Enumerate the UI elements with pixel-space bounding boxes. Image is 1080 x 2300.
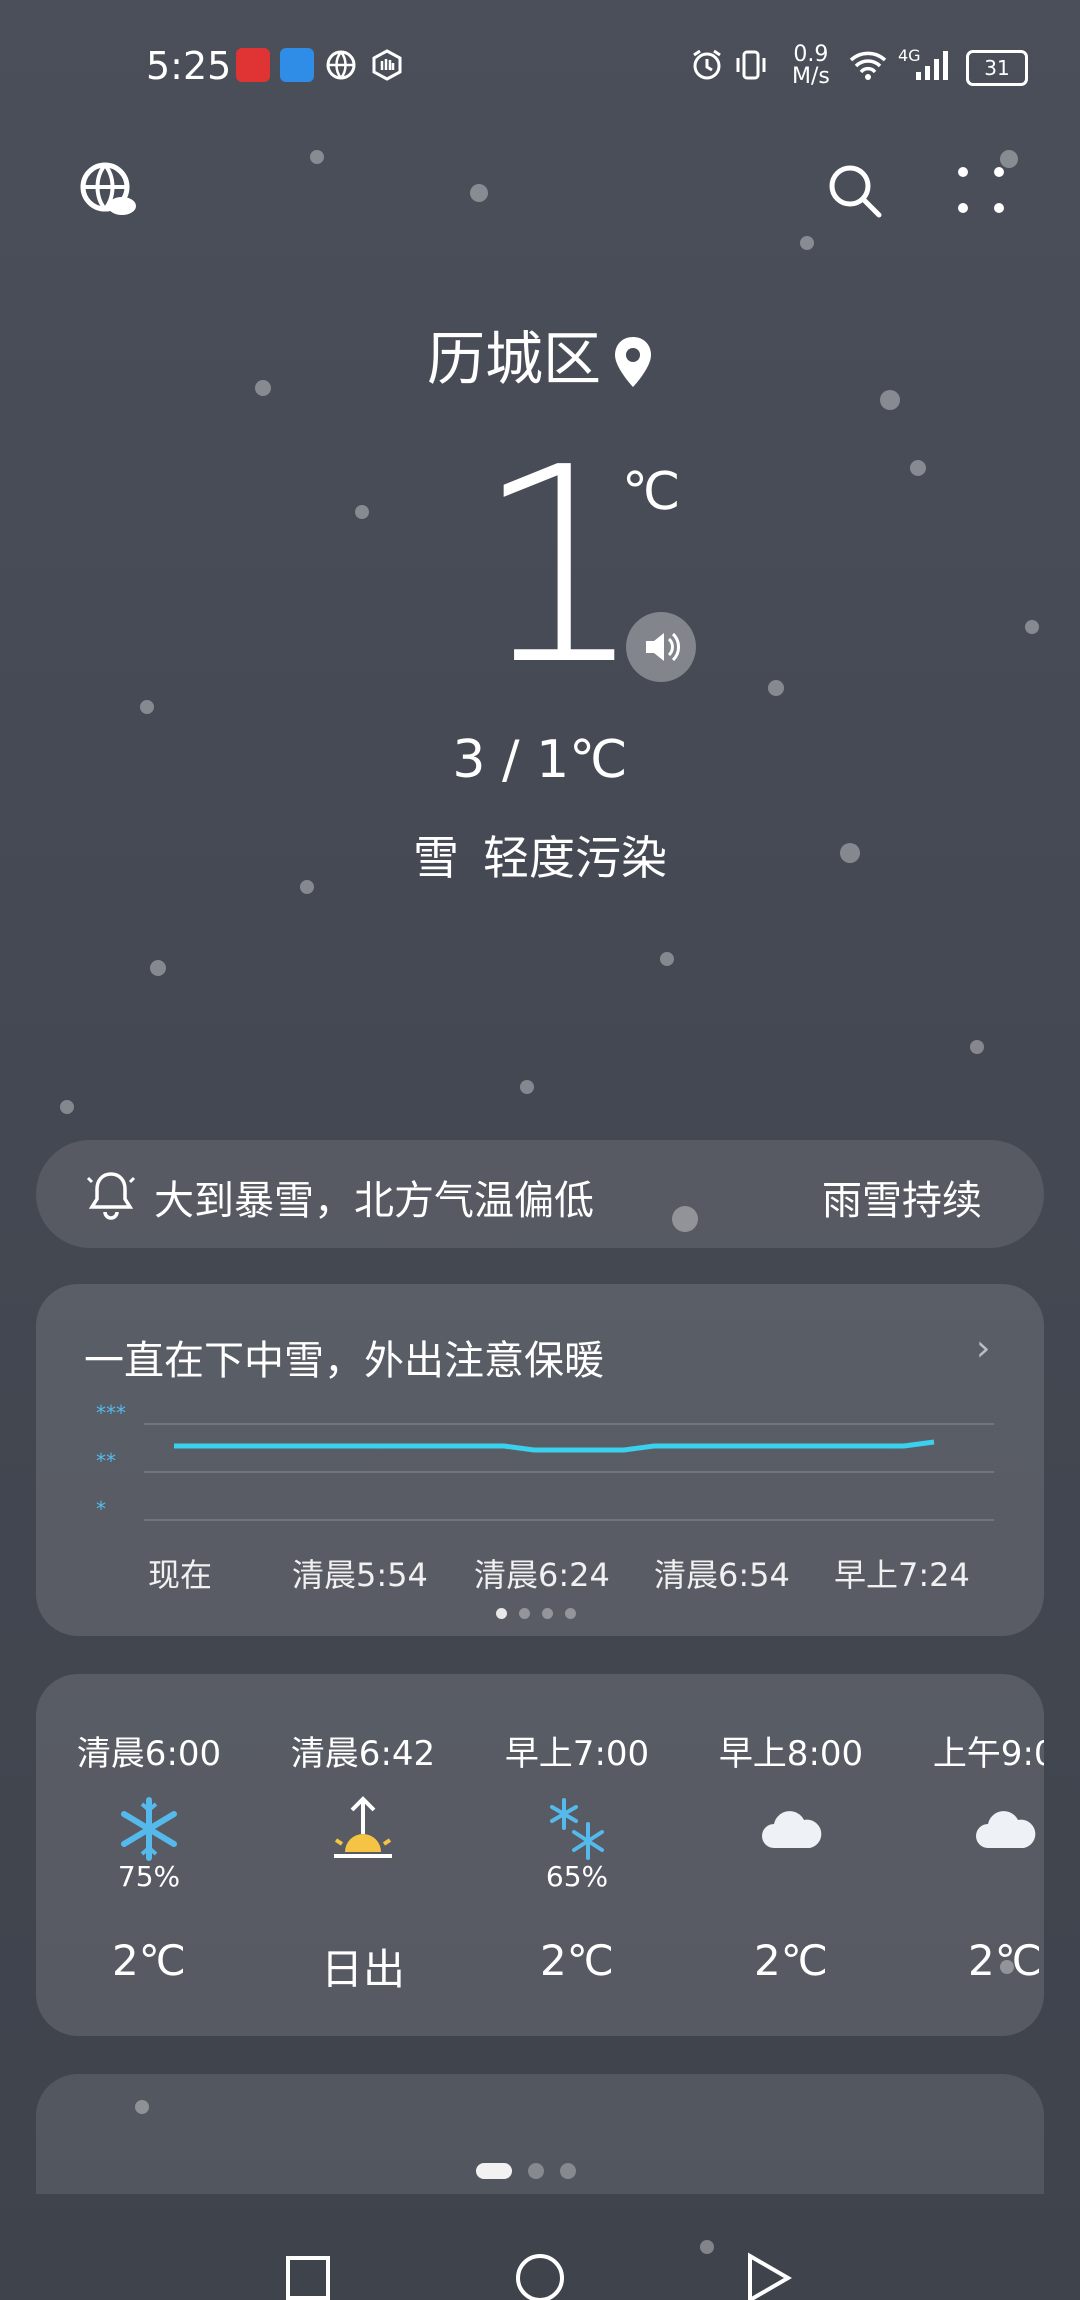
back-button[interactable]	[748, 2252, 792, 2300]
timeline-label: 现在	[148, 1556, 213, 1594]
gesture-icon	[372, 49, 402, 81]
location-pin-icon	[615, 336, 651, 387]
timeline-label: 清晨6:54	[654, 1556, 790, 1594]
recents-button[interactable]	[286, 2256, 330, 2300]
vibrate-icon	[736, 50, 766, 80]
hourly-temperature: 2℃	[112, 1936, 186, 1985]
heavy-snow-icon	[550, 1798, 604, 1860]
city-name: 历城区	[426, 325, 601, 393]
hourly-time: 早上7:00	[504, 1734, 650, 1774]
chevron-right-icon[interactable]: ›	[976, 1328, 990, 1369]
status-time: 5:25	[146, 44, 232, 88]
moderate-snow-level-icon: **	[96, 1449, 116, 1473]
precipitation-probability: 75%	[117, 1860, 181, 1893]
hourly-forecast-card[interactable]: 清晨6:00 75% 2℃ 清晨6:42 日出 早上7:00 65% 2℃ 早上…	[36, 1674, 1044, 2036]
hourly-temperature: 2℃	[540, 1936, 614, 1985]
sunrise-label: 日出	[320, 1945, 405, 1994]
weather-condition: 雪	[413, 831, 459, 885]
hourly-temperature: 2℃	[754, 1936, 828, 1985]
hourly-time: 早上8:00	[718, 1734, 864, 1774]
location-header[interactable]: 历城区	[0, 312, 1080, 396]
search-icon[interactable]	[826, 162, 886, 222]
cloud-icon	[762, 1811, 822, 1848]
temperature-unit: ℃	[622, 462, 681, 522]
precipitation-title: 一直在下中雪，外出注意保暖	[84, 1338, 604, 1384]
air-quality[interactable]: 轻度污染	[483, 831, 667, 885]
battery-indicator: 31	[966, 50, 1028, 86]
hourly-time: 清晨6:00	[76, 1734, 222, 1774]
page-indicator	[496, 1604, 588, 1623]
timeline-label: 清晨5:54	[292, 1556, 428, 1594]
snow-icon	[121, 1797, 177, 1861]
precipitation-chart: *** ** *	[96, 1401, 994, 1521]
hourly-time: 清晨6:42	[290, 1734, 436, 1774]
notification-app-icon	[236, 48, 270, 82]
battery-level: 31	[984, 56, 1010, 80]
sunrise-icon	[334, 1796, 392, 1858]
city-page-indicator	[476, 2160, 592, 2179]
timeline-label: 清晨6:24	[474, 1556, 610, 1594]
timeline-label: 早上7:24	[834, 1556, 970, 1594]
alert-text: 大到暴雪，北方气温偏低	[154, 1178, 594, 1224]
system-navigation-bar	[286, 2252, 792, 2300]
light-snow-level-icon: *	[96, 1497, 106, 1521]
alert-text-secondary: 雨雪持续	[822, 1178, 982, 1224]
precipitation-probability: 65%	[545, 1860, 609, 1893]
wifi-icon	[849, 51, 887, 80]
more-menu-icon[interactable]	[956, 165, 1006, 215]
precipitation-card[interactable]: 一直在下中雪，外出注意保暖 › *** ** * 现在 清晨5:54 清晨6:2…	[36, 1284, 1044, 1636]
current-temperature: 1	[474, 409, 646, 724]
voice-broadcast-icon[interactable]	[626, 612, 696, 682]
city-manage-icon[interactable]	[78, 160, 138, 220]
bell-icon	[86, 1172, 136, 1220]
alarm-icon	[693, 49, 721, 80]
home-button[interactable]	[516, 2254, 564, 2300]
cloud-icon	[976, 1811, 1036, 1848]
heavy-snow-level-icon: ***	[96, 1401, 126, 1425]
browser-icon	[326, 50, 356, 80]
temperature-range: 3 / 1℃	[452, 730, 628, 790]
hourly-temperature: 2℃	[968, 1936, 1042, 1985]
weather-app-icon	[280, 48, 314, 82]
condition-row: 雪轻度污染	[0, 822, 1080, 888]
status-bar: 5:25 0.9 M/s 4G 31	[0, 0, 1080, 130]
hourly-time: 上午9:00	[932, 1734, 1044, 1774]
precipitation-line	[174, 1439, 935, 1453]
net-speed: 0.9 M/s	[792, 42, 830, 89]
signal-icon	[916, 51, 948, 80]
weather-alert-bar[interactable]: 大到暴雪，北方气温偏低 雨雪持续	[36, 1140, 1044, 1248]
